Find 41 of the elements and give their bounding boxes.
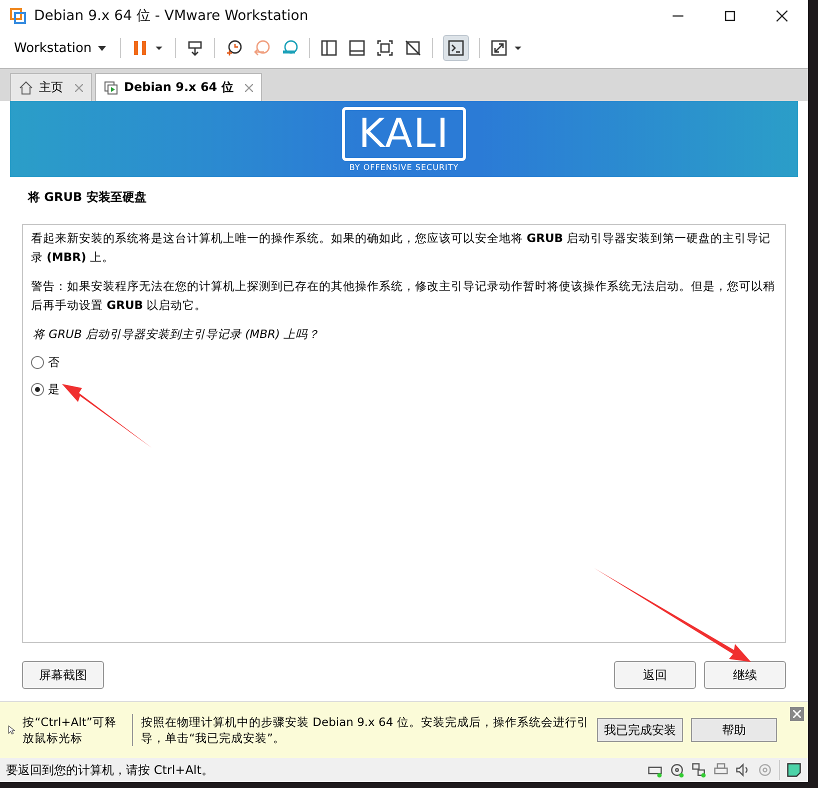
sidebar-view-icon[interactable] (320, 39, 338, 57)
maximize-icon[interactable] (722, 8, 738, 24)
snapshot-icon[interactable] (224, 39, 243, 57)
library-view-icon[interactable] (348, 39, 366, 57)
tab[interactable]: Debian 9.x 64 位 (95, 73, 262, 101)
tab[interactable]: 主页 (10, 73, 92, 101)
question: 将 GRUB 启动引导器安装到主引导记录 (MBR) 上吗？ (33, 326, 321, 343)
close-tab-icon[interactable] (245, 84, 254, 92)
page-title: 将 GRUB 安装至硬盘 (28, 189, 148, 206)
send-keys-icon[interactable] (186, 39, 204, 57)
app-logo-icon (10, 8, 26, 24)
install-message: 按照在物理计算机中的步骤安装 Debian 9.x 64 位。安装完成后，操作系统会进行引导，单击“我已完成安装”。 (141, 714, 590, 746)
network-icon[interactable] (691, 762, 707, 778)
continue-button[interactable]: 继续 (704, 661, 786, 689)
note-icon[interactable] (786, 762, 802, 778)
option-label[interactable]: 是 (48, 380, 60, 398)
workstation-menu[interactable]: Workstation (10, 38, 110, 58)
paragraph: 看起来新安装的系统将是这台计算机上唯一的操作系统。如果的确如此，您应该可以安全地将 GRUB 启动引导器安装到第一硬盘的主引导记录 (MBR) 上。 (31, 230, 772, 266)
done-button[interactable]: 我已完成安装 (597, 718, 683, 742)
vm-play-icon (104, 80, 118, 94)
fullscreen-icon[interactable] (376, 39, 394, 57)
radio-button[interactable] (31, 356, 44, 368)
console-icon[interactable] (446, 39, 465, 57)
help-button[interactable]: 帮助 (691, 718, 777, 742)
close-icon[interactable] (774, 8, 790, 24)
window-title: Debian 9.x 64 位 - VMware Workstation (34, 7, 310, 25)
cd-drive-icon[interactable] (669, 762, 685, 778)
cursor-icon (8, 723, 15, 737)
stretch-icon[interactable] (490, 39, 508, 57)
logo: KALI (342, 106, 466, 160)
mouse-hint: 按“Ctrl+Alt”可释放鼠标光标 (22, 714, 118, 746)
back-button[interactable]: 返回 (614, 661, 696, 689)
console-view-button[interactable] (442, 35, 469, 61)
logo-tagline: BY OFFENSIVE SECURITY (349, 162, 459, 172)
status-text: 要返回到您的计算机，请按 Ctrl+Alt。 (6, 762, 214, 778)
paragraph: 警告：如果安装程序无法在您的计算机上探测到已存在的其他操作系统，修改主引导记录动作暂时将使该操作系统无法启动。但是，您可以稍后再手动设置 GRUB 以启动它。 (31, 278, 776, 314)
radio-button[interactable] (31, 382, 44, 396)
caret-icon (98, 46, 106, 50)
screenshot-button[interactable]: 屏幕截图 (22, 661, 104, 689)
option-label[interactable]: 否 (48, 352, 60, 372)
home-icon (19, 80, 33, 94)
